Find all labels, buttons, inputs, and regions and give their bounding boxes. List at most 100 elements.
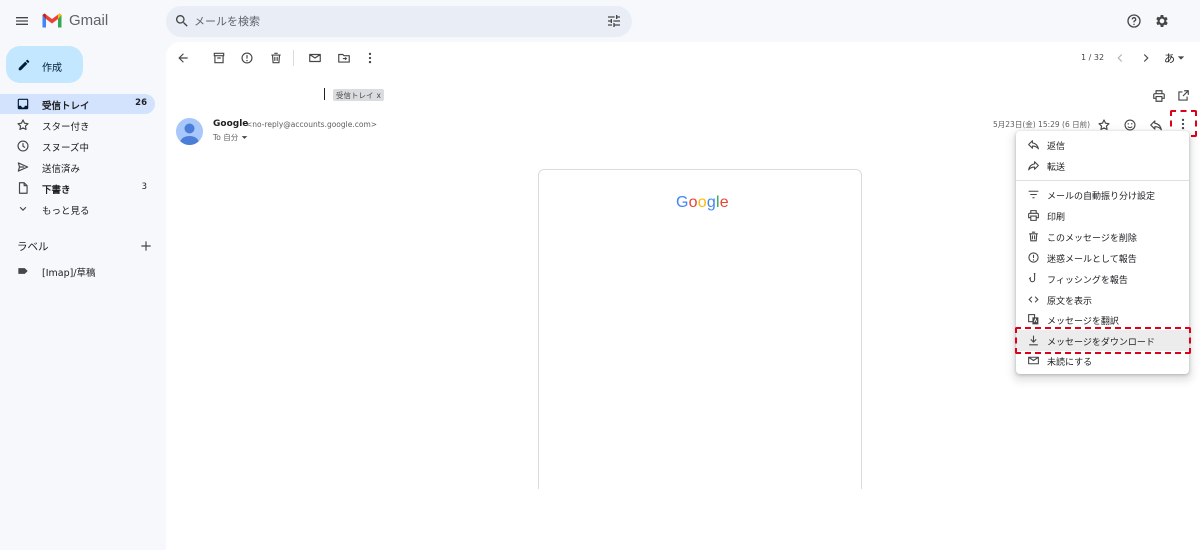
menu-item-forward[interactable]: 転送 [1016, 155, 1189, 176]
draft-count: 3 [141, 182, 147, 192]
forward-icon [1027, 159, 1040, 172]
menu-item-show-original[interactable]: 原文を表示 [1016, 289, 1189, 310]
archive-icon[interactable] [209, 48, 229, 68]
search-icon[interactable] [172, 11, 192, 31]
clock-icon [16, 139, 30, 153]
search-options-icon[interactable] [604, 11, 624, 31]
menu-item-label: このメッセージを削除 [1047, 234, 1137, 244]
app-name: Gmail [69, 12, 109, 29]
logo-letter: g [706, 194, 716, 211]
highlight-download-item [1015, 327, 1191, 354]
trash-icon [1027, 230, 1040, 243]
chevron-down-icon [16, 202, 30, 216]
compose-label: 作成 [42, 63, 62, 74]
menu-item-label: フィッシングを報告 [1047, 276, 1128, 286]
sidebar-item-label: スター付き [42, 122, 90, 133]
sidebar-label-text: [Imap]/草稿 [42, 268, 96, 279]
person-icon [176, 118, 203, 145]
menu-item-print[interactable]: 印刷 [1016, 205, 1189, 226]
sidebar-item-more[interactable]: もっと見る [0, 199, 155, 219]
sidebar-item-inbox[interactable]: 受信トレイ 26 [0, 94, 155, 114]
draft-icon [16, 181, 30, 195]
menu-item-label: 未読にする [1047, 358, 1093, 368]
logo-letter: e [719, 194, 729, 211]
menu-item-filter[interactable]: メールの自動振り分け設定 [1016, 184, 1189, 205]
sidebar-item-starred[interactable]: スター付き [0, 115, 155, 135]
print-all-icon[interactable] [1149, 86, 1169, 106]
move-to-icon[interactable] [334, 48, 354, 68]
subject-text-cursor [324, 88, 325, 100]
google-logo: Google [676, 194, 729, 212]
caret-down-icon [241, 136, 248, 139]
menu-item-label: メッセージを翻訳 [1047, 317, 1119, 327]
help-icon[interactable] [1124, 11, 1144, 31]
menu-item-report-phishing[interactable]: フィッシングを報告 [1016, 268, 1189, 289]
open-new-window-icon[interactable] [1173, 86, 1193, 106]
more-options-icon[interactable] [360, 48, 380, 68]
menu-item-reply[interactable]: 返信 [1016, 134, 1189, 155]
sidebar-item-snoozed[interactable]: スヌーズ中 [0, 136, 155, 156]
inbox-icon [16, 97, 30, 111]
message-date: 5月23日(金) 15:29 (6 日前) [993, 120, 1091, 129]
filter-icon [1027, 188, 1040, 201]
code-icon [1027, 293, 1040, 306]
sender-avatar[interactable] [176, 118, 203, 145]
sidebar-item-label: 下書き [42, 185, 71, 196]
main-menu-icon[interactable] [12, 11, 32, 31]
logo-letter: G [676, 194, 689, 211]
recipient-details-toggle[interactable]: To 自分 [213, 132, 248, 143]
inbox-label-chip[interactable]: 受信トレイ x [333, 89, 384, 101]
email-body-card [538, 169, 862, 489]
sidebar-item-label: 受信トレイ [42, 101, 90, 112]
report-spam-icon[interactable] [237, 48, 257, 68]
menu-item-delete[interactable]: このメッセージを削除 [1016, 226, 1189, 247]
pencil-icon [14, 55, 34, 75]
add-label-icon[interactable] [136, 236, 156, 256]
menu-item-report-spam[interactable]: 迷惑メールとして報告 [1016, 247, 1189, 268]
newer-chevron-icon[interactable] [1110, 48, 1130, 68]
reply-icon [1027, 138, 1040, 151]
recipient-text: To 自分 [213, 133, 239, 142]
menu-item-label: 転送 [1047, 163, 1066, 173]
delete-icon[interactable] [266, 48, 286, 68]
mark-unread-icon [1027, 354, 1040, 367]
remove-label-x[interactable]: x [377, 91, 381, 100]
unread-count: 26 [135, 98, 147, 108]
gmail-m-icon [42, 13, 62, 28]
star-icon [16, 118, 30, 132]
phishing-hook-icon [1027, 272, 1040, 285]
logo-letter: o [697, 194, 707, 211]
translate-icon [1027, 313, 1040, 326]
sidebar-item-label: スヌーズ中 [42, 143, 90, 154]
mark-unread-icon[interactable] [305, 48, 325, 68]
sidebar-item-label: もっと見る [42, 206, 90, 217]
print-icon [1027, 209, 1040, 222]
sidebar-item-sent[interactable]: 送信済み [0, 157, 155, 177]
search-input[interactable] [194, 10, 584, 32]
toolbar-divider [293, 50, 294, 66]
sidebar-item-label: 送信済み [42, 164, 81, 175]
input-tools-button[interactable]: あ [1164, 50, 1185, 66]
menu-item-label: メールの自動振り分け設定 [1047, 192, 1156, 202]
sender-email: <no-reply@accounts.google.com> [246, 120, 378, 129]
spam-icon [1027, 251, 1040, 264]
labels-heading: ラベル [17, 241, 49, 253]
gmail-logo[interactable]: Gmail [41, 12, 108, 29]
sender-name: Google [213, 119, 249, 129]
menu-divider [1016, 180, 1189, 181]
logo-letter: o [688, 194, 698, 211]
settings-gear-icon[interactable] [1152, 11, 1172, 31]
caret-down-icon [1177, 56, 1185, 60]
back-arrow-icon[interactable] [173, 48, 193, 68]
label-icon [16, 264, 30, 278]
older-chevron-icon[interactable] [1136, 48, 1156, 68]
pagination-count: 1 / 32 [1081, 53, 1105, 62]
sidebar-item-drafts[interactable]: 下書き 3 [0, 178, 155, 198]
sidebar-label-imap-drafts[interactable]: [Imap]/草稿 [0, 261, 155, 281]
send-icon [16, 160, 30, 174]
input-tools-label: あ [1164, 52, 1175, 65]
menu-item-label: 迷惑メールとして報告 [1047, 255, 1137, 265]
menu-item-label: 原文を表示 [1047, 297, 1093, 307]
menu-item-label: 返信 [1047, 142, 1066, 152]
label-chip-text: 受信トレイ [336, 90, 374, 100]
